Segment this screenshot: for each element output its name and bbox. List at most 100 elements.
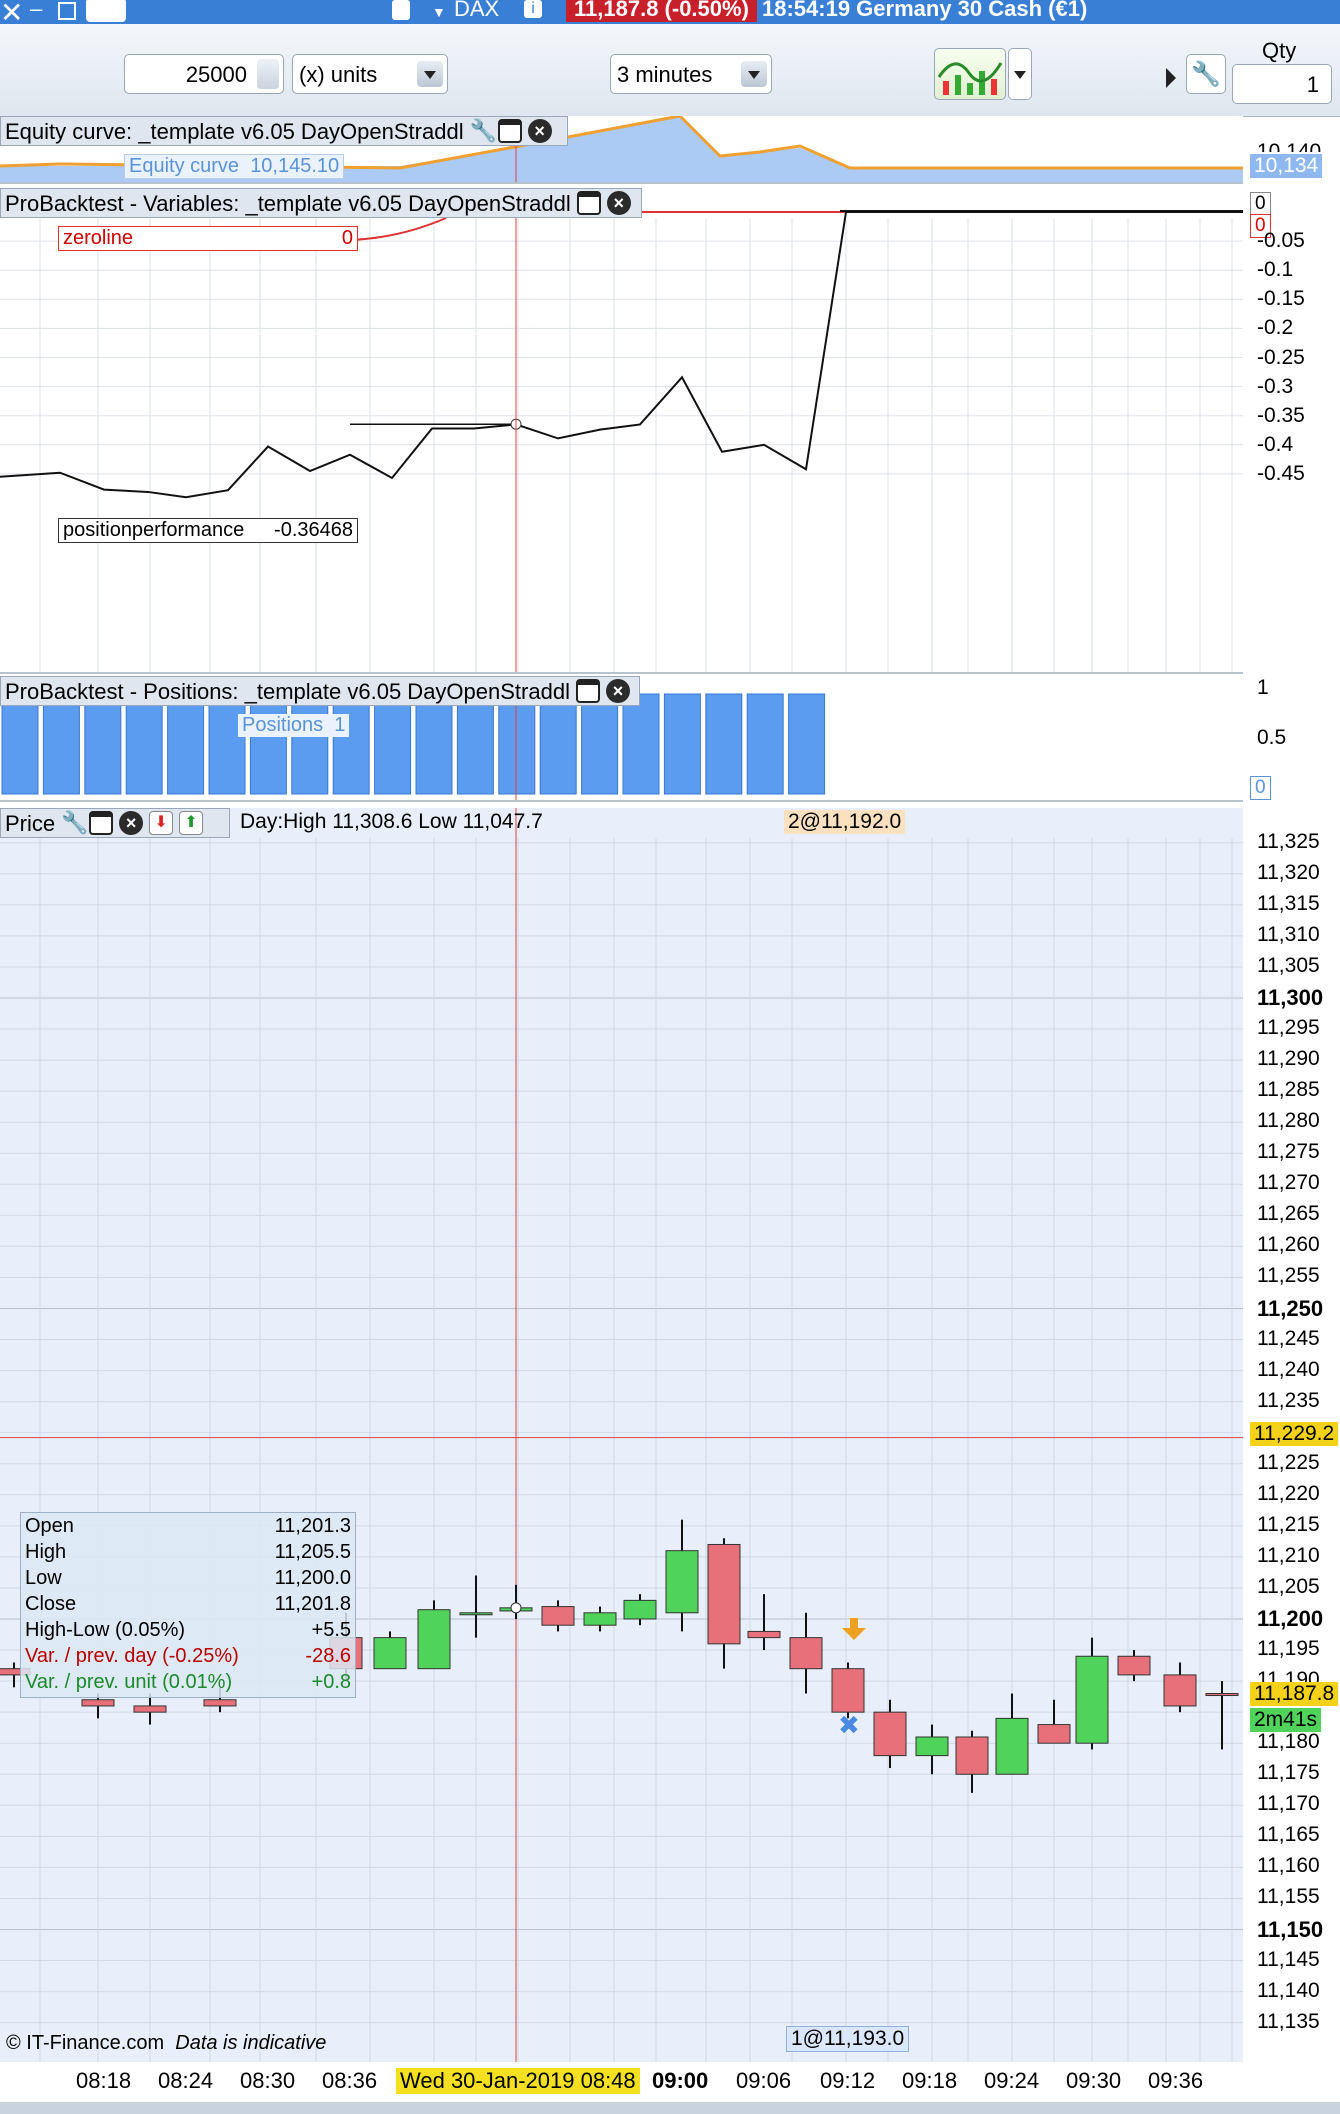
- ohlc-low-label: Low: [25, 1567, 62, 1589]
- candle-body: [1075, 1655, 1109, 1744]
- price-axis-tick: 11,180: [1257, 1730, 1320, 1754]
- chart-icon[interactable]: [392, 0, 410, 20]
- close-icon[interactable]: ×: [527, 119, 552, 144]
- wrench-icon[interactable]: 🔧: [470, 119, 497, 143]
- positions-legend-label: Positions: [242, 714, 324, 736]
- price-axis-tick: 11,250: [1257, 1295, 1324, 1321]
- ohlc-low-value: 11,200.0: [274, 1567, 351, 1589]
- variables-panel-title: ProBacktest - Variables: _template v6.05…: [5, 191, 571, 216]
- candle-body: [459, 1612, 493, 1616]
- price-axis-tick: 11,145: [1257, 1947, 1320, 1971]
- chevron-down-icon[interactable]: [741, 61, 767, 87]
- time-label: 08:36: [322, 2068, 378, 2093]
- window-icon[interactable]: [497, 119, 522, 144]
- candle-body: [873, 1711, 907, 1757]
- equity-panel: Equity curve: _template v6.05 DayOpenStr…: [0, 116, 1243, 184]
- qty-value: 1: [1306, 72, 1319, 97]
- crosshair-point: [510, 1602, 522, 1614]
- candle-body: [707, 1543, 741, 1645]
- price-axis-tick: 11,220: [1257, 1481, 1320, 1505]
- order-bottom[interactable]: 1@11,193.0: [786, 2026, 910, 2052]
- pos-axis-current: 0: [1250, 776, 1271, 800]
- price-axis-tick: 11,270: [1257, 1171, 1320, 1195]
- price-axis-tick: 11,285: [1257, 1078, 1320, 1102]
- minimize-icon[interactable]: –: [30, 0, 42, 22]
- buy-arrow-icon[interactable]: ⬆: [179, 811, 204, 836]
- wrench-icon[interactable]: 🔧: [61, 811, 88, 835]
- time-label: 09:18: [902, 2068, 958, 2093]
- time-label: 09:30: [1066, 2068, 1122, 2093]
- price-axis-tick: 11,295: [1257, 1016, 1320, 1040]
- candle-body: [747, 1630, 781, 1639]
- stepper-arrows-icon[interactable]: [257, 59, 279, 89]
- scrollbar[interactable]: [0, 2102, 1340, 2114]
- keyboard-icon[interactable]: [86, 0, 126, 22]
- candle-body: [1205, 1693, 1239, 1697]
- positions-panel-title: ProBacktest - Positions: _template v6.05…: [5, 679, 570, 704]
- zeroline-leader: [349, 217, 447, 241]
- candle-body: [81, 1699, 115, 1707]
- time-label: 09:00: [652, 2068, 709, 2093]
- instrument-name[interactable]: DAX: [454, 0, 499, 22]
- maximize-icon[interactable]: [58, 2, 76, 20]
- ohlc-high-value: 11,205.5: [274, 1541, 351, 1563]
- units-label: (x) units: [299, 62, 378, 87]
- window-icon[interactable]: [575, 679, 600, 704]
- candle-body: [831, 1668, 865, 1713]
- price-axis-tick: 11,290: [1257, 1047, 1320, 1071]
- window-icon[interactable]: [576, 191, 601, 216]
- indicator-dropdown[interactable]: [1008, 48, 1032, 100]
- qty-field[interactable]: 1: [1232, 64, 1332, 104]
- ohlc-var-day-value: -28.6: [305, 1645, 351, 1667]
- settings-button[interactable]: 🔧: [1186, 54, 1226, 94]
- candle-body: [1037, 1724, 1071, 1744]
- pos-axis-half: 0.5: [1257, 726, 1287, 749]
- candle-body: [955, 1736, 989, 1775]
- timeframe-select[interactable]: 3 minutes: [610, 54, 772, 94]
- equity-legend: Equity curve 10,145.10: [124, 154, 345, 179]
- candle-body: [623, 1599, 657, 1620]
- positions-panel-header: ProBacktest - Positions: _template v6.05…: [0, 676, 640, 706]
- position-bar: [125, 693, 163, 795]
- price-axis-tick: 11,310: [1257, 922, 1320, 946]
- info-icon[interactable]: i: [524, 0, 542, 18]
- var-axis-tick: -0.25: [1257, 345, 1305, 369]
- chevron-right-icon[interactable]: [1166, 68, 1176, 88]
- candle-body: [1117, 1655, 1151, 1676]
- ohlc-close-value: 11,201.8: [274, 1593, 351, 1615]
- positions-legend-value: 1: [334, 714, 346, 736]
- price-chart: ✖: [0, 808, 1243, 2062]
- position-bar: [291, 693, 329, 795]
- window-icon[interactable]: [89, 811, 114, 836]
- units-select[interactable]: (x) units: [292, 54, 448, 94]
- price-axis-tick: 11,205: [1257, 1574, 1320, 1598]
- price-axis-tick: 11,175: [1257, 1761, 1320, 1785]
- ohlc-open-row: Open 11,201.3: [21, 1513, 355, 1539]
- price-axis-tick: 11,215: [1257, 1512, 1320, 1536]
- timeframe-label: 3 minutes: [617, 62, 713, 87]
- order-top[interactable]: 2@11,192.0: [784, 810, 906, 834]
- equity-legend-value: 10,145.10: [250, 155, 340, 177]
- var-axis-tick: -0.3: [1257, 374, 1294, 398]
- price-axis-tick: 11,280: [1257, 1109, 1320, 1133]
- price-axis-tick: 11,255: [1257, 1264, 1320, 1288]
- dropdown-arrow-icon[interactable]: ▼: [432, 4, 446, 20]
- sell-arrow-icon[interactable]: ⬇: [149, 811, 174, 836]
- indicator-button[interactable]: [934, 48, 1006, 100]
- close-icon[interactable]: ×: [606, 191, 631, 216]
- candle-body: [133, 1705, 167, 1713]
- time-label: 08:24: [158, 2068, 214, 2093]
- chevron-down-icon[interactable]: [417, 61, 443, 87]
- day-range: Day:High 11,308.6 Low 11,047.7: [240, 810, 543, 833]
- candle-body: [541, 1606, 575, 1626]
- close-icon[interactable]: ×: [605, 679, 630, 704]
- quantity-stepper[interactable]: 25000: [124, 54, 284, 94]
- ohlc-close-label: Close: [25, 1593, 77, 1615]
- countdown-tag: 2m41s: [1250, 1708, 1322, 1732]
- positions-legend: Positions 1: [238, 714, 350, 737]
- candle-body: [583, 1612, 617, 1626]
- price-axis-tick: 11,245: [1257, 1326, 1320, 1350]
- close-icon[interactable]: ×: [119, 811, 144, 836]
- position-bar: [705, 693, 743, 795]
- time-label: 09:12: [820, 2068, 876, 2093]
